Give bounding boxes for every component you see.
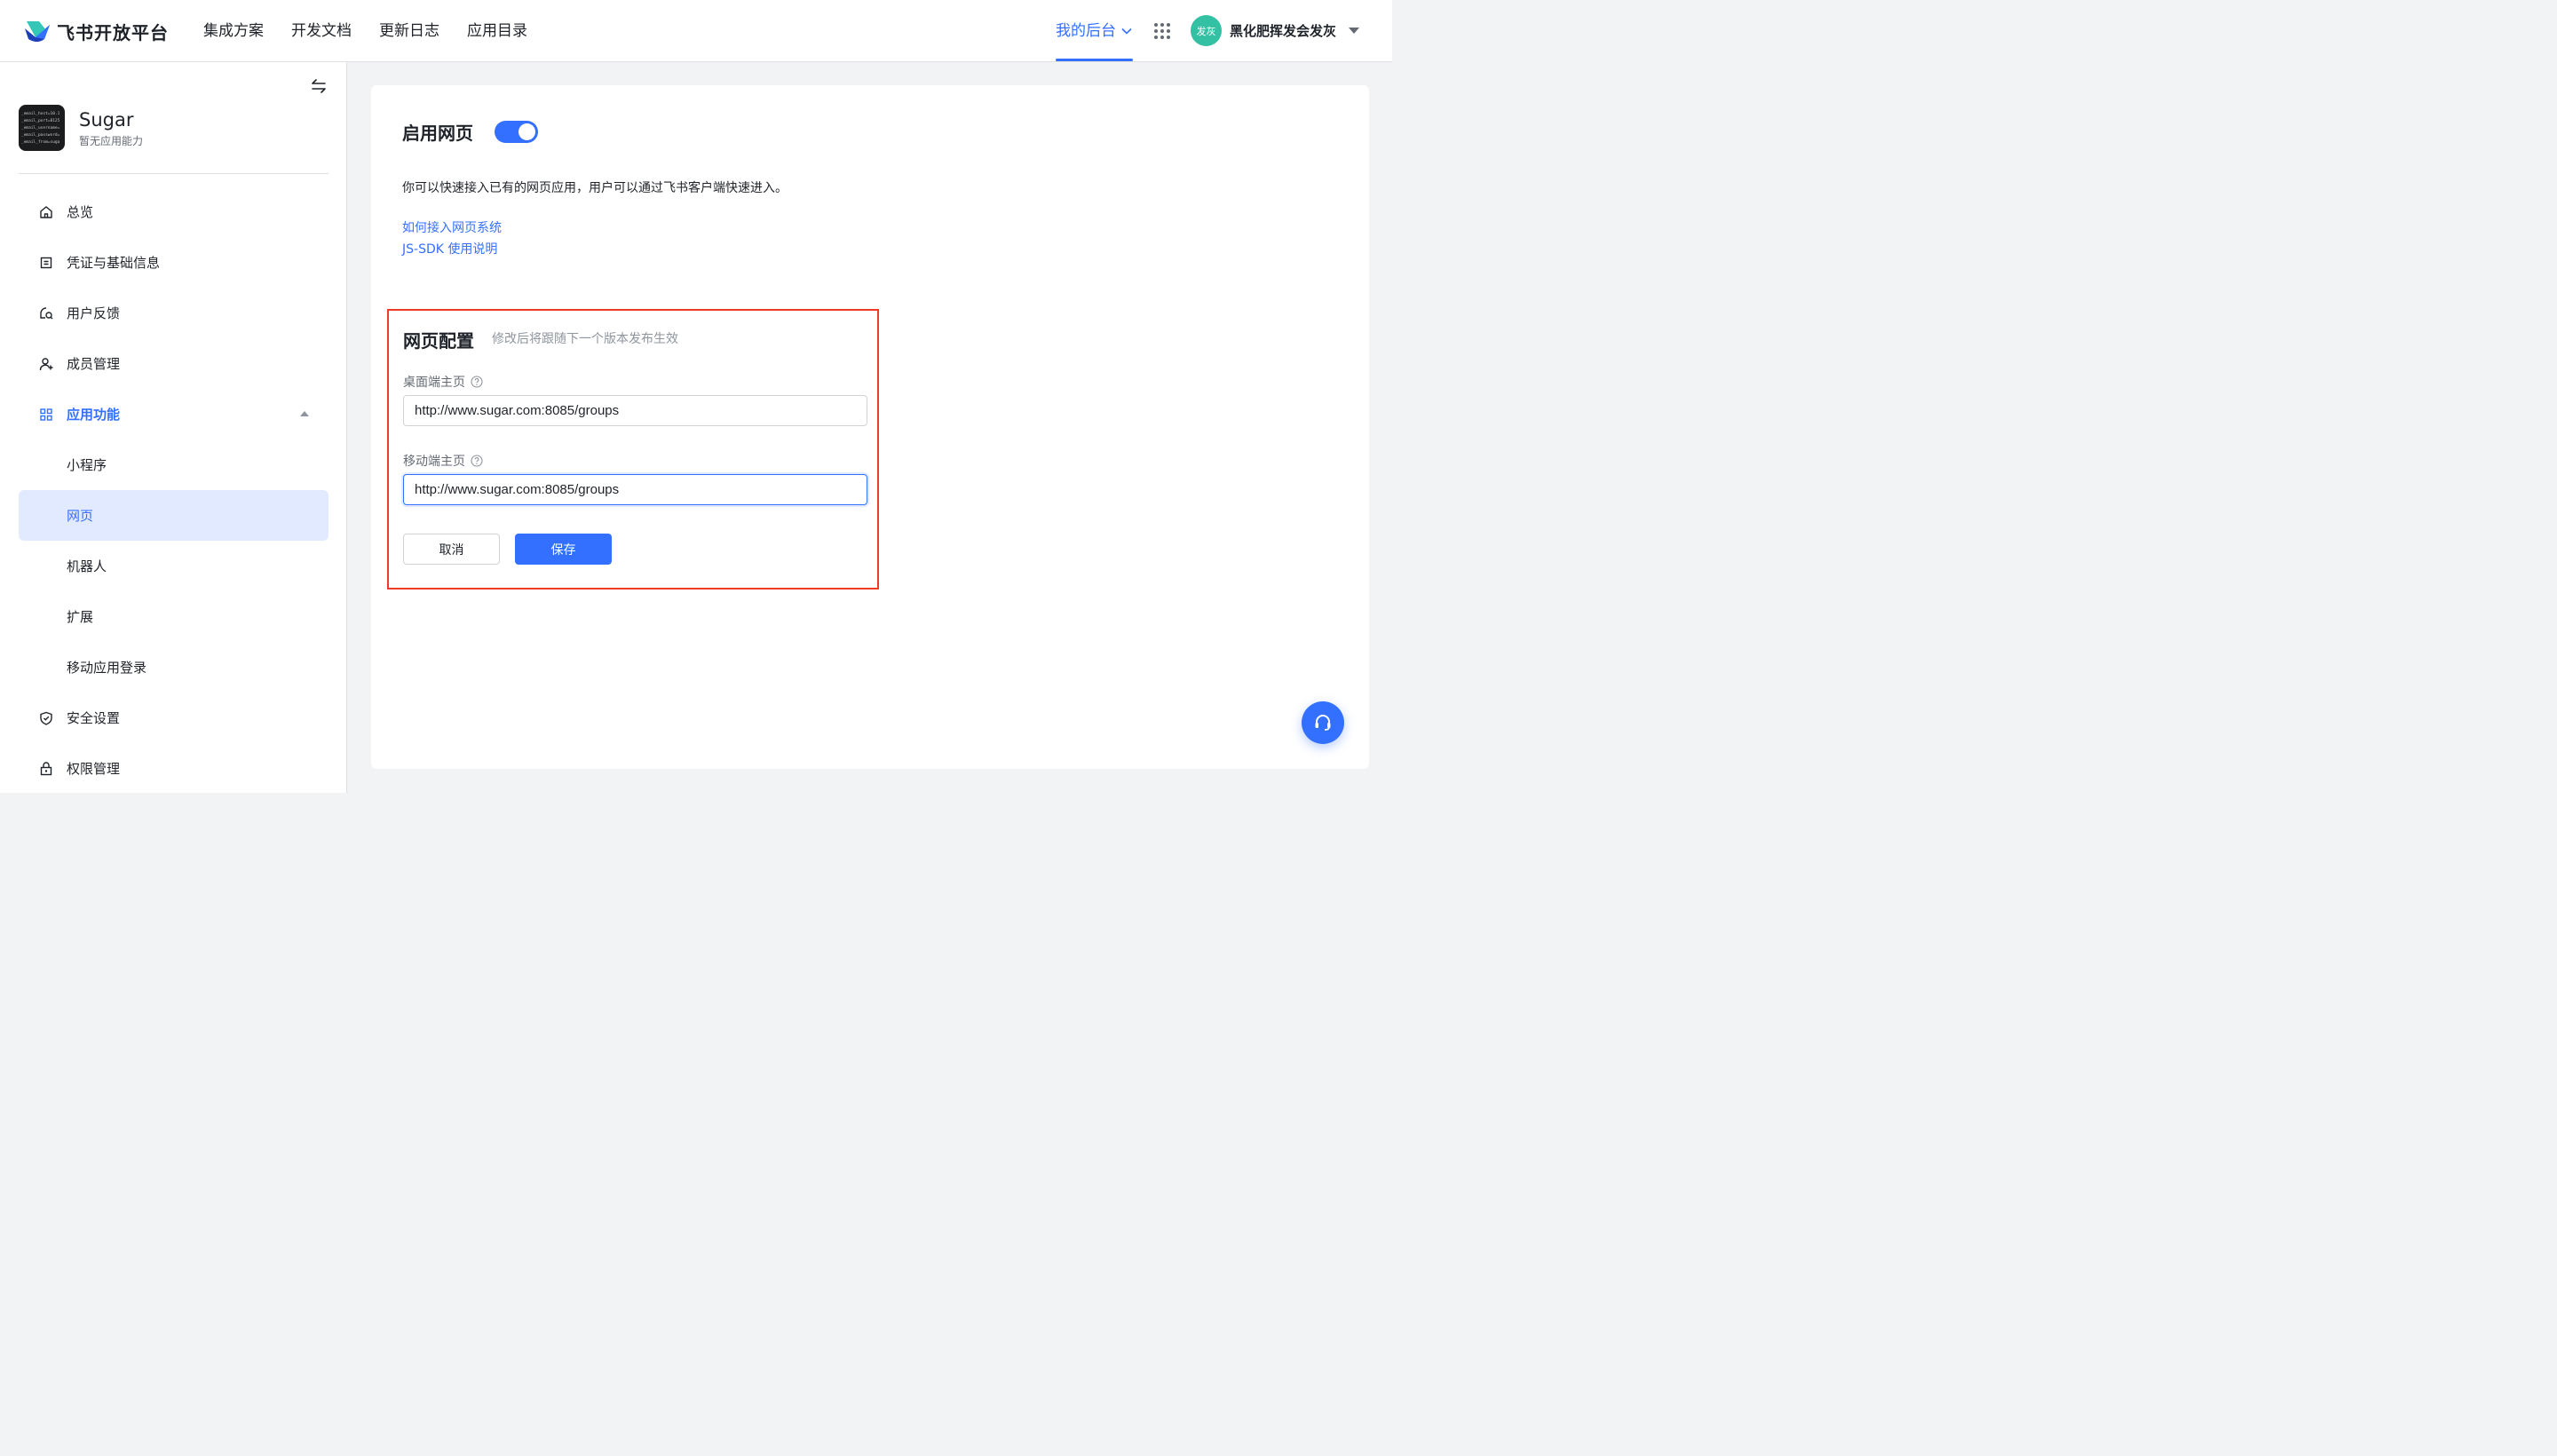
desktop-homepage-label: 桌面端主页 [403,373,483,391]
user-menu[interactable]: 发灰 黑化肥挥发会发灰 [1191,15,1360,46]
sidebar-item-label: 安全设置 [67,710,121,726]
app-name: Sugar [79,109,134,131]
sidebar: _email_host=10.1 _email_port=8125 _email… [0,62,347,793]
avatar: 发灰 [1191,15,1222,46]
customer-service-button[interactable] [1302,701,1344,744]
headset-icon [1315,715,1331,731]
sidebar-item-label: 移动应用登录 [67,660,147,676]
sidebar-item-label: 用户反馈 [67,305,121,321]
brand[interactable]: 飞书开放平台 [23,18,169,44]
user-name: 黑化肥挥发会发灰 [1230,23,1337,39]
app-card: _email_host=10.1 _email_port=8125 _email… [19,105,143,151]
sidebar-item-label: 扩展 [67,609,94,625]
my-backend-label: 我的后台 [1056,22,1116,40]
sidebar-item-label: 权限管理 [67,761,121,777]
chevron-down-icon [1121,28,1132,35]
sidebar-item-label: 网页 [67,508,94,524]
sidebar-item-credentials[interactable]: 凭证与基础信息 [19,237,329,288]
feishu-logo-icon [25,21,50,42]
sidebar-item-feedback[interactable]: 用户反馈 [19,288,329,338]
nav-app-directory[interactable]: 应用目录 [467,20,527,43]
config-hint: 修改后将跟随下一个版本发布生效 [492,332,678,346]
description: 你可以快速接入已有的网页应用，用户可以通过飞书客户端快速进入。 [402,181,788,195]
sidebar-item-label: 总览 [67,204,94,220]
collapse-sidebar-icon[interactable] [310,78,328,94]
help-circle-icon[interactable] [471,455,483,467]
nav-solutions[interactable]: 集成方案 [203,20,264,43]
active-tab-indicator [1056,59,1133,61]
feedback-icon [40,306,53,319]
nav-docs[interactable]: 开发文档 [291,20,352,43]
lock-icon [40,761,52,775]
sidebar-item-mobile-login[interactable]: 移动应用登录 [19,642,329,692]
enable-webpage-toggle[interactable] [495,121,538,143]
sidebar-item-security[interactable]: 安全设置 [19,692,329,743]
mobile-homepage-input[interactable] [403,474,867,505]
home-icon [40,205,52,218]
member-icon [39,357,53,370]
webpage-config-section: 网页配置 修改后将跟随下一个版本发布生效 桌面端主页 移动端主页 取消 保存 [387,309,879,590]
credential-icon [40,257,52,268]
my-backend-menu[interactable]: 我的后台 [1056,20,1132,43]
sidebar-item-app-features[interactable]: 应用功能 [19,389,329,439]
top-bar: 飞书开放平台 集成方案 开发文档 更新日志 应用目录 我的后台 发灰 黑化肥挥发… [0,0,1392,62]
how-to-integrate-link[interactable]: 如何接入网页系统 [402,218,502,236]
app-logo: _email_host=10.1 _email_port=8125 _email… [19,105,65,151]
sidebar-item-mini-program[interactable]: 小程序 [19,439,329,490]
sidebar-item-label: 机器人 [67,558,107,574]
sidebar-item-label: 凭证与基础信息 [67,255,161,271]
app-subtitle: 暂无应用能力 [79,135,144,147]
sidebar-item-webpage[interactable]: 网页 [19,490,329,541]
sidebar-item-overview[interactable]: 总览 [19,186,329,237]
app-grid-icon[interactable] [1153,22,1171,40]
help-circle-icon[interactable] [471,376,483,388]
sidebar-item-label: 成员管理 [67,356,121,372]
caret-up-icon [300,411,309,416]
divider [19,173,329,174]
nav-changelog[interactable]: 更新日志 [379,20,439,43]
desktop-homepage-input[interactable] [403,395,867,426]
sidebar-item-bot[interactable]: 机器人 [19,541,329,591]
save-button[interactable]: 保存 [515,534,612,565]
main-card: 启用网页 你可以快速接入已有的网页应用，用户可以通过飞书客户端快速进入。 如何接… [371,85,1369,769]
cancel-button[interactable]: 取消 [403,534,500,565]
jssdk-guide-link[interactable]: JS-SDK 使用说明 [402,240,497,257]
top-nav: 集成方案 开发文档 更新日志 应用目录 [203,20,555,43]
grid-icon [40,408,52,421]
caret-down-icon [1349,27,1360,34]
config-title: 网页配置 [403,330,474,352]
sidebar-item-label: 应用功能 [67,407,121,423]
shield-icon [40,711,52,725]
page-title: 启用网页 [402,123,473,144]
toggle-knob [519,123,535,140]
sidebar-item-members[interactable]: 成员管理 [19,338,329,389]
sidebar-item-label: 小程序 [67,457,107,473]
brand-name: 飞书开放平台 [57,21,169,44]
mobile-homepage-label: 移动端主页 [403,452,483,470]
sidebar-item-extensions[interactable]: 扩展 [19,591,329,642]
sidebar-item-permissions[interactable]: 权限管理 [19,743,329,794]
sidebar-menu: 总览 凭证与基础信息 用户反馈 成员管理 应用功能 小程序 网页 机器人 扩展 … [19,186,329,794]
